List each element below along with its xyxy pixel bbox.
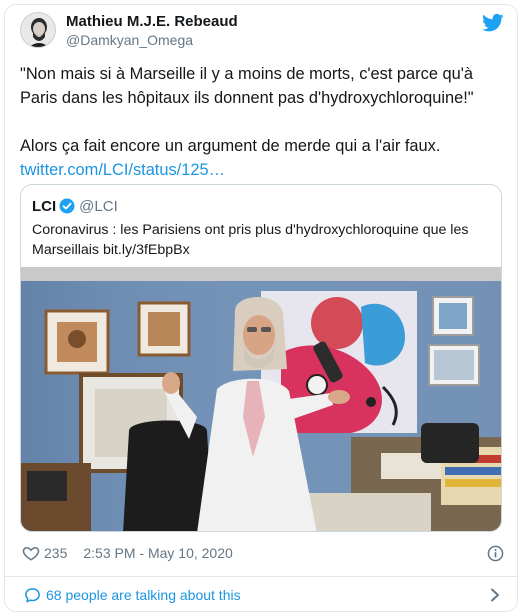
twitter-bird-icon[interactable]	[482, 13, 504, 33]
quoted-text: Coronavirus : les Parisiens ont pris plu…	[32, 220, 492, 260]
author-name[interactable]: Mathieu M.J.E. Rebeaud	[66, 13, 238, 30]
tweet-line: Alors ça fait encore un argument de merd…	[20, 137, 441, 155]
chevron-right-icon[interactable]	[490, 588, 500, 602]
quoted-author-handle[interactable]: @LCI	[79, 198, 118, 215]
info-icon[interactable]	[487, 545, 504, 562]
tweet-line: Paris dans les hôpitaux ils donnent pas …	[20, 89, 474, 107]
author-handle[interactable]: @Damkyan_Omega	[66, 32, 193, 48]
talking-label[interactable]: 68 people are talking about this	[46, 587, 241, 603]
tweet-meta: 235 2:53 PM - May 10, 2020	[22, 543, 233, 563]
quoted-text-line: Coronavirus : les Parisiens ont pris plu…	[32, 222, 469, 238]
quoted-text-line: Marseillais bit.ly/3fEbpBx	[32, 242, 190, 258]
verified-badge-icon	[59, 198, 75, 214]
speech-bubble-icon	[25, 587, 40, 602]
tweet-link[interactable]: twitter.com/LCI/status/125…	[20, 161, 225, 179]
like-count[interactable]: 235	[44, 545, 67, 561]
timestamp[interactable]: 2:53 PM - May 10, 2020	[83, 545, 232, 561]
quoted-photo[interactable]	[21, 267, 502, 532]
heart-icon[interactable]	[22, 544, 40, 562]
quoted-tweet[interactable]: LCI @LCI Coronavirus : les Parisiens ont…	[20, 184, 502, 532]
quoted-author-name[interactable]: LCI	[32, 198, 56, 215]
talking-link[interactable]: 68 people are talking about this	[24, 586, 241, 604]
tweet-line: "Non mais si à Marseille il y a moins de…	[20, 65, 473, 83]
tweet-text: "Non mais si à Marseille il y a moins de…	[20, 62, 500, 182]
avatar[interactable]	[20, 12, 56, 48]
divider	[4, 576, 518, 577]
quoted-header: LCI @LCI	[32, 197, 118, 215]
